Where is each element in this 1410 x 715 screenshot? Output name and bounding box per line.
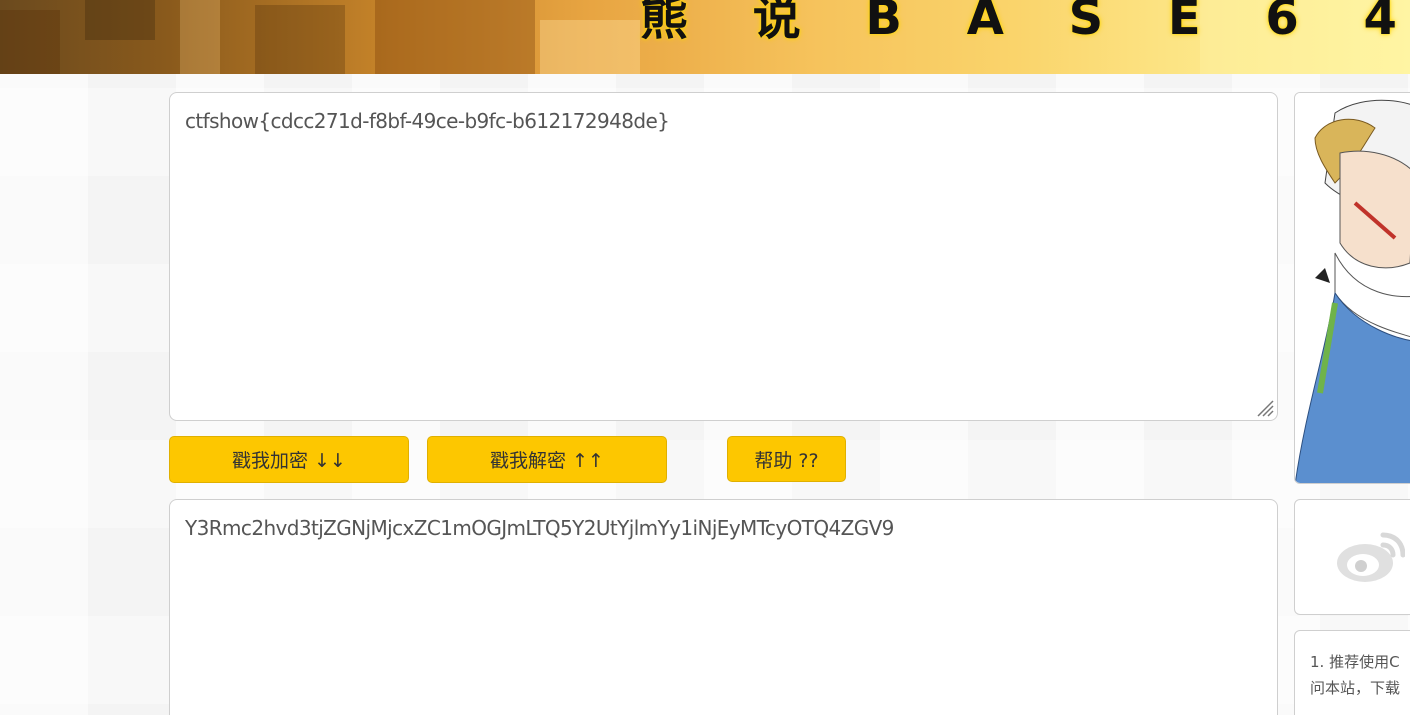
tips-line: 问本站，下载 [1310,679,1401,697]
page-title: 熊 说 B A S E 6 4 [640,0,1410,46]
weibo-icon[interactable] [1335,529,1405,585]
banner-decor-block [540,20,640,74]
encode-button[interactable]: 戳我加密 ↓↓ [169,436,409,483]
plaintext-input[interactable]: ctfshow{cdcc271d-f8bf-49ce-b9fc-b6121729… [169,92,1278,421]
tips-line: 1. 推荐使用C [1310,653,1400,671]
banner-decor-block [375,0,535,74]
ciphertext-output[interactable]: Y3Rmc2hvd3tjZGNjMjcxZC1mOGJmLTQ5Y2UtYjlm… [169,499,1278,715]
help-button[interactable]: 帮助 ?? [727,436,846,482]
header-banner: 熊 说 B A S E 6 4 [0,0,1410,74]
mascot-illustration [1295,93,1410,483]
resize-grip-icon[interactable] [1254,397,1274,417]
ciphertext-value: Y3Rmc2hvd3tjZGNjMjcxZC1mOGJmLTQ5Y2UtYjlm… [185,516,894,540]
banner-decor-block [0,10,60,74]
banner-decor-block [85,0,155,40]
mascot-panel [1294,92,1410,484]
plaintext-value: ctfshow{cdcc271d-f8bf-49ce-b9fc-b6121729… [185,109,670,133]
decode-button[interactable]: 戳我解密 ↑↑ [427,436,667,483]
banner-decor-block [255,5,345,74]
banner-decor-block [180,0,220,74]
tips-panel: 1. 推荐使用C 问本站，下载 [1294,630,1410,715]
weibo-panel[interactable] [1294,499,1410,615]
